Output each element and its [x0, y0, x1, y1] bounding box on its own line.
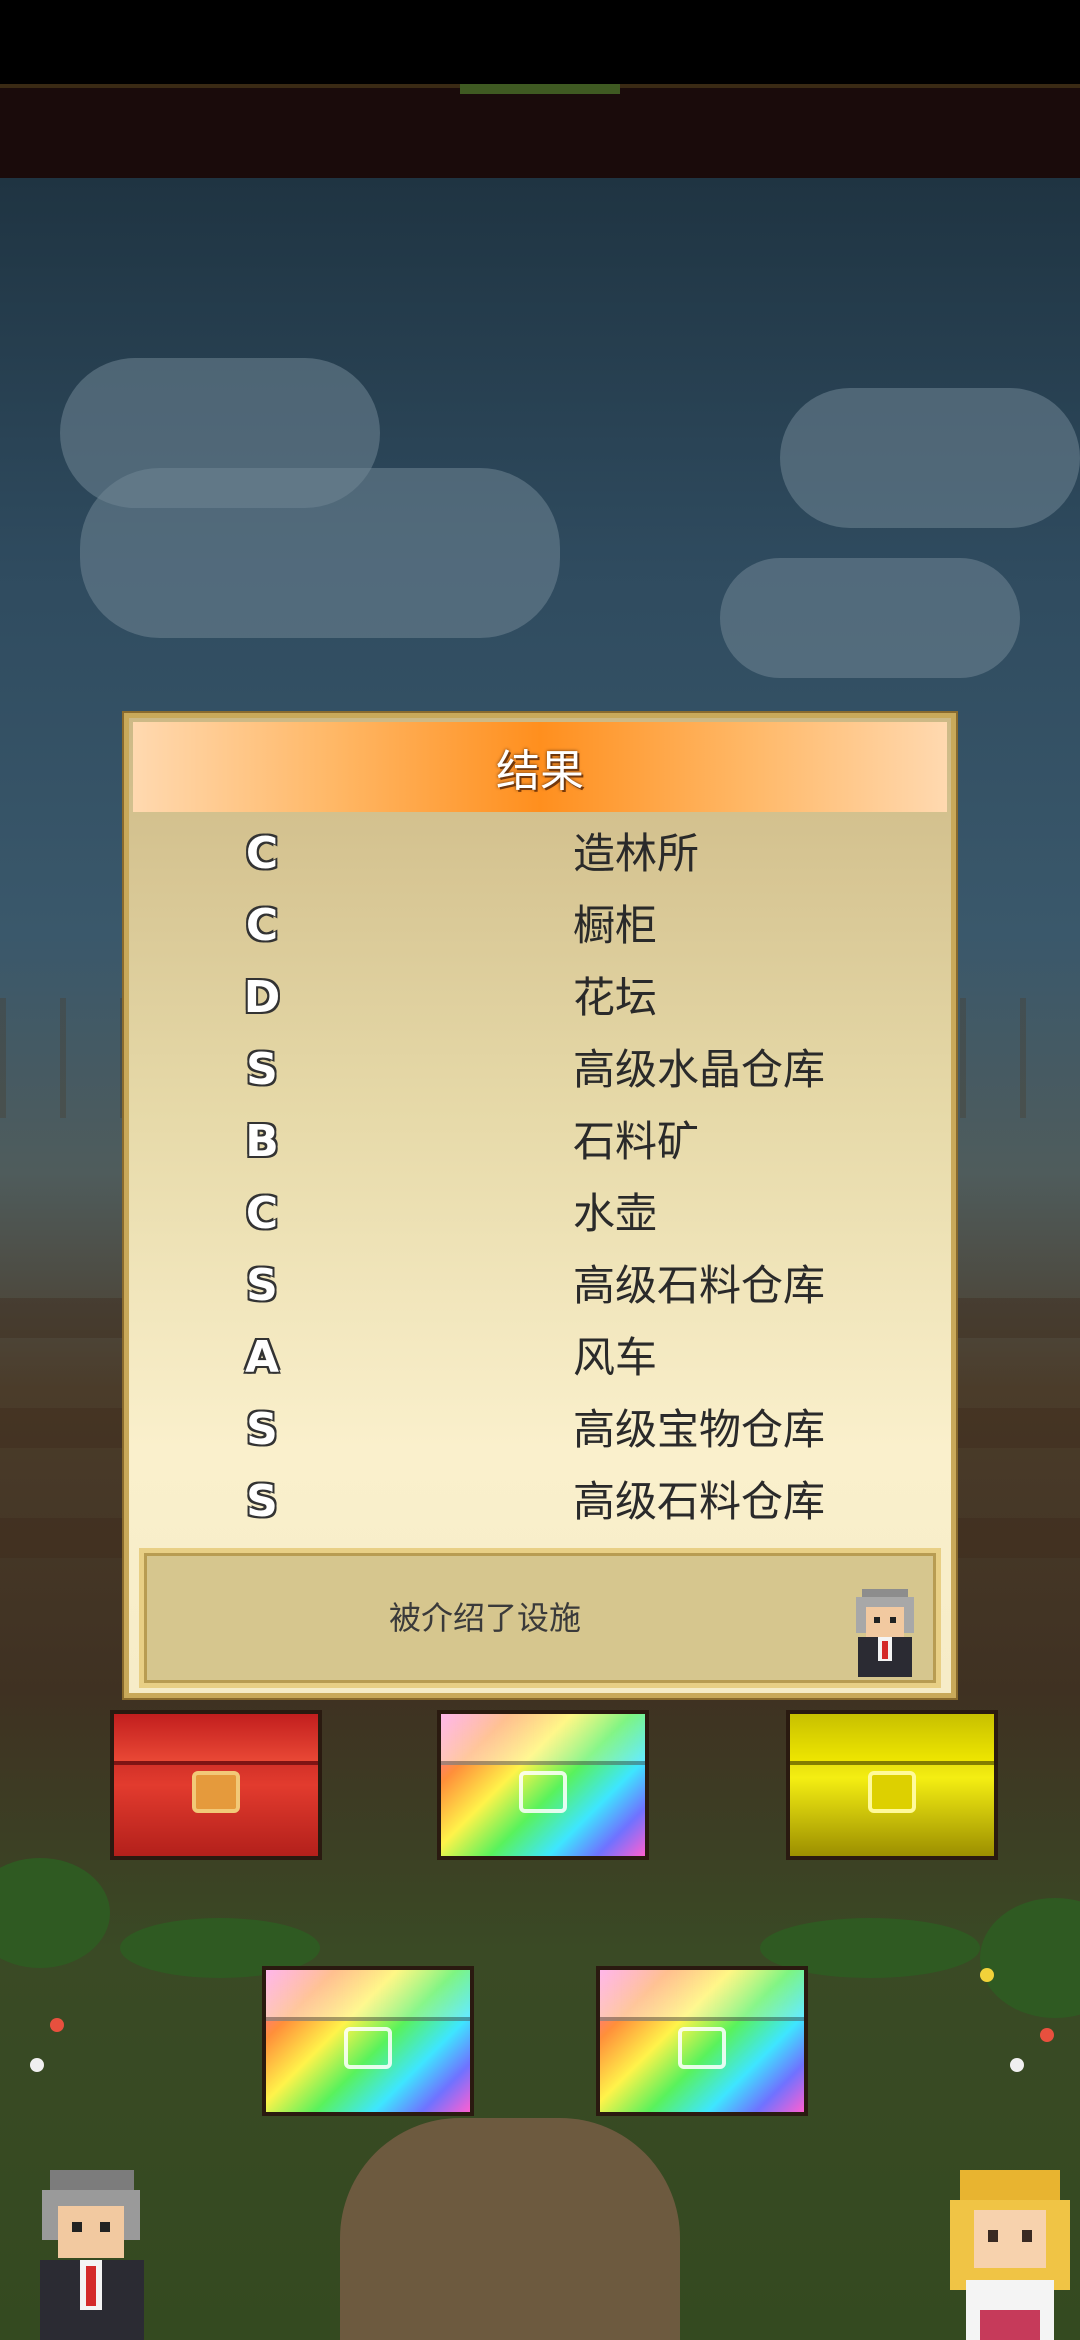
message-text: 被介绍了设施: [389, 1599, 582, 1637]
treasure-chest-rainbow-icon[interactable]: [437, 1710, 649, 1860]
facility-name: 高级宝物仓库: [573, 1405, 826, 1454]
rank-label: D: [243, 972, 281, 1023]
result-row: A 风车: [129, 1322, 951, 1394]
result-row: S 高级水晶仓库: [129, 1034, 951, 1106]
facility-name: 石料矿: [573, 1117, 700, 1166]
result-row: S 高级石料仓库: [129, 1250, 951, 1322]
message-box[interactable]: 被介绍了设施: [139, 1548, 941, 1688]
result-dialog: 结果 C 造林所 C 橱柜 D 花坛 S 高级水晶仓库 B 石料矿 C 水壶 S…: [124, 713, 956, 1698]
flower: [30, 2058, 44, 2072]
npc-girl-character-icon: [950, 2170, 1070, 2340]
dirt-path: [340, 2118, 680, 2340]
advisor-avatar-icon: [856, 1589, 914, 1677]
status-bar: [0, 0, 1080, 84]
chest-lock-icon: [344, 2026, 392, 2069]
top-decoration: [460, 84, 620, 94]
facility-name: 造林所: [573, 829, 700, 878]
facility-name: 高级水晶仓库: [573, 1045, 826, 1094]
rank-label: B: [245, 1116, 279, 1167]
rank-label: C: [245, 1188, 279, 1239]
rank-label: S: [246, 1044, 278, 1095]
rank-label: S: [246, 1404, 278, 1455]
chest-lock-icon: [519, 1770, 567, 1813]
facility-name: 风车: [573, 1333, 658, 1382]
game-top-strip: [0, 84, 1080, 178]
rank-label: A: [244, 1332, 280, 1383]
facility-name: 水壶: [573, 1189, 658, 1238]
chest-lid: [600, 1970, 804, 2022]
facility-name: 高级石料仓库: [573, 1261, 826, 1310]
chest-lid: [441, 1714, 645, 1766]
chest-lock-icon: [868, 1770, 916, 1813]
chest-lock-icon: [192, 1770, 240, 1813]
treasure-chest-rainbow-icon[interactable]: [596, 1966, 808, 2116]
chest-lid: [114, 1714, 318, 1766]
result-row: D 花坛: [129, 962, 951, 1034]
result-row: C 橱柜: [129, 890, 951, 962]
result-row: B 石料矿: [129, 1106, 951, 1178]
dialog-title: 结果: [496, 746, 584, 797]
bush: [980, 1898, 1080, 2018]
facility-name: 橱柜: [573, 901, 658, 950]
rank-label: C: [245, 828, 279, 879]
cloud: [720, 558, 1020, 678]
rank-label: S: [246, 1476, 278, 1527]
chest-lid: [266, 1970, 470, 2022]
facility-name: 花坛: [573, 973, 658, 1022]
result-row: C 水壶: [129, 1178, 951, 1250]
npc-man-character-icon: [40, 2170, 144, 2340]
rank-label: S: [246, 1260, 278, 1311]
treasure-chest-red-icon[interactable]: [110, 1710, 322, 1860]
flower: [980, 1968, 994, 1982]
result-list: C 造林所 C 橱柜 D 花坛 S 高级水晶仓库 B 石料矿 C 水壶 S 高级…: [129, 818, 951, 1538]
result-row: S 高级宝物仓库: [129, 1394, 951, 1466]
treasure-chest-rainbow-icon[interactable]: [262, 1966, 474, 2116]
dialog-header: 结果: [133, 722, 947, 812]
facility-name: 高级石料仓库: [573, 1477, 826, 1526]
cloud: [780, 388, 1080, 528]
result-row: S 高级石料仓库: [129, 1466, 951, 1538]
treasure-chest-gold-icon[interactable]: [786, 1710, 998, 1860]
chest-lock-icon: [678, 2026, 726, 2069]
flower: [50, 2018, 64, 2032]
bush: [0, 1858, 110, 1968]
cloud: [80, 468, 560, 638]
flower: [1040, 2028, 1054, 2042]
chest-lid: [790, 1714, 994, 1766]
rank-label: C: [245, 900, 279, 951]
result-row: C 造林所: [129, 818, 951, 890]
flower: [1010, 2058, 1024, 2072]
